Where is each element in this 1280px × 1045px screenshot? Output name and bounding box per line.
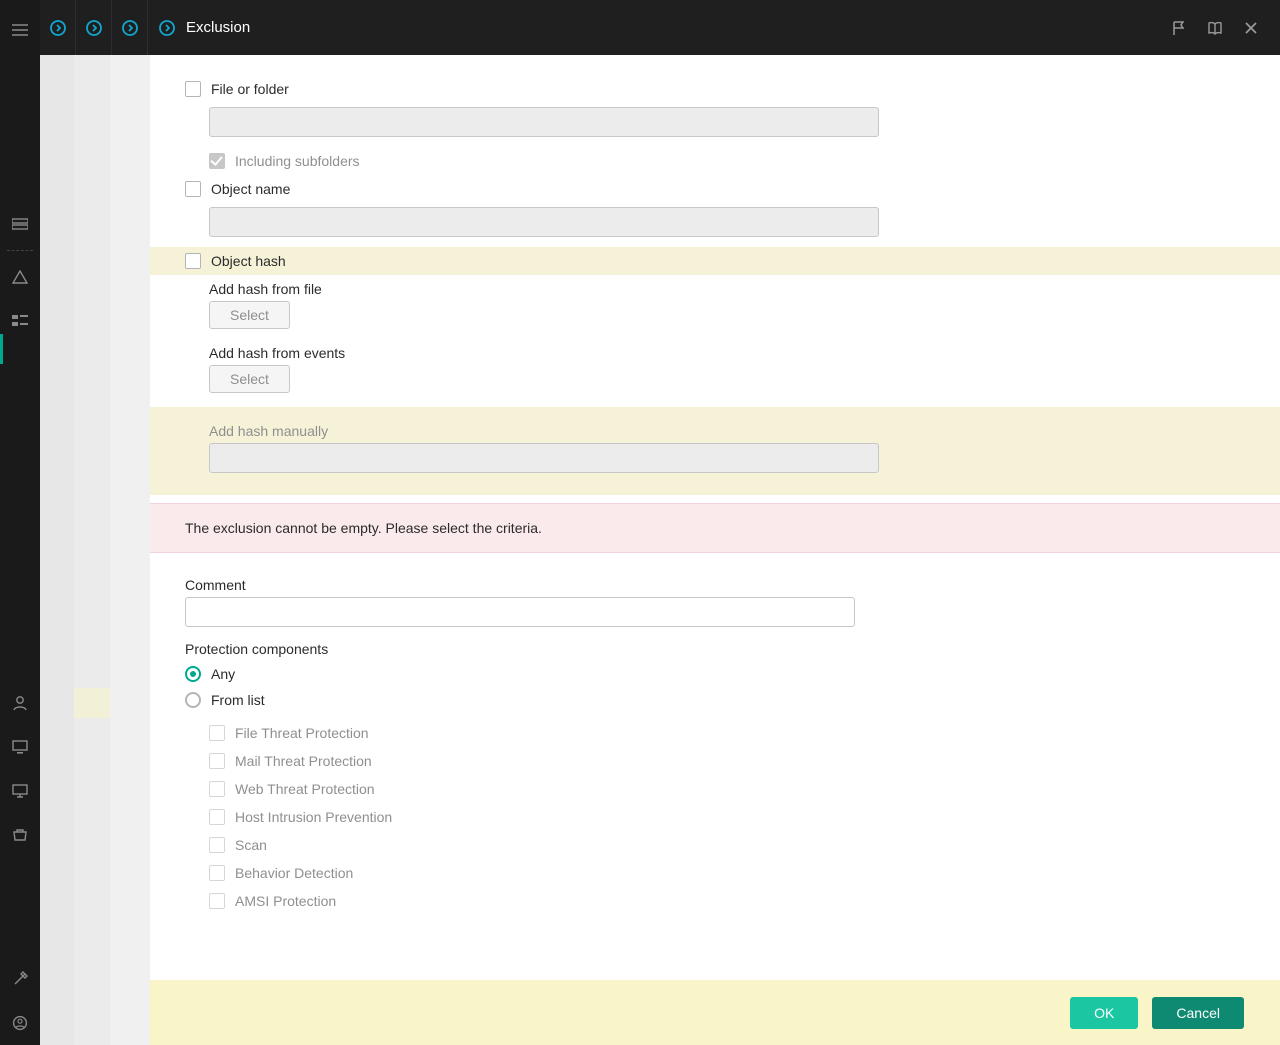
object-name-row: Object name [185, 175, 1245, 203]
component-row: File Threat Protection [209, 719, 1245, 747]
component-row: Mail Threat Protection [209, 747, 1245, 775]
component-checkbox [209, 781, 225, 797]
hash-from-events-label: Add hash from events [209, 345, 1245, 361]
rail-separator [7, 250, 33, 251]
hash-from-file-select-button[interactable]: Select [209, 301, 290, 329]
radio-any-row: Any [185, 661, 1245, 687]
file-or-folder-checkbox[interactable] [185, 81, 201, 97]
app-rail [0, 0, 40, 1045]
dialog-footer: OK Cancel [150, 980, 1280, 1045]
protection-components-heading: Protection components [185, 641, 1245, 657]
rail-active-indicator [0, 334, 3, 364]
object-hash-row: Object hash [150, 247, 1280, 275]
ok-button[interactable]: OK [1070, 997, 1138, 1029]
dialog-title: Exclusion [186, 19, 250, 36]
component-checkbox [209, 865, 225, 881]
breadcrumb-step-1[interactable] [40, 0, 76, 55]
including-subfolders-checkbox [209, 153, 225, 169]
dashboard-icon[interactable] [8, 212, 32, 236]
component-row: Scan [209, 831, 1245, 859]
menu-icon[interactable] [8, 18, 32, 42]
radio-any-label: Any [211, 666, 235, 682]
account-icon[interactable] [8, 1011, 32, 1035]
breadcrumb-step-3[interactable] [112, 0, 148, 55]
component-row: Behavior Detection [209, 859, 1245, 887]
book-icon[interactable] [1206, 19, 1224, 37]
component-label: File Threat Protection [235, 725, 369, 741]
cancel-button[interactable]: Cancel [1152, 997, 1244, 1029]
radio-from-list-label: From list [211, 692, 265, 708]
component-row: Web Threat Protection [209, 775, 1245, 803]
object-hash-checkbox[interactable] [185, 253, 201, 269]
settings-icon[interactable] [8, 967, 32, 991]
hash-manual-input[interactable] [209, 443, 879, 473]
component-row: Host Intrusion Prevention [209, 803, 1245, 831]
breadcrumb-step-2[interactable] [76, 0, 112, 55]
file-or-folder-label: File or folder [211, 81, 289, 97]
comment-input[interactable] [185, 597, 855, 627]
object-name-input[interactable] [209, 207, 879, 237]
component-label: Web Threat Protection [235, 781, 375, 797]
store-icon[interactable] [8, 823, 32, 847]
hash-manual-label: Add hash manually [209, 423, 1245, 439]
devices-icon[interactable] [8, 735, 32, 759]
component-row: AMSI Protection [209, 887, 1245, 915]
component-label: Mail Threat Protection [235, 753, 372, 769]
bg-panel-2 [74, 55, 110, 1045]
component-label: AMSI Protection [235, 893, 336, 909]
including-subfolders-label: Including subfolders [235, 153, 360, 169]
desktop-icon[interactable] [8, 779, 32, 803]
radio-fromlist-row: From list [185, 687, 1245, 713]
hash-from-events-select-button[interactable]: Select [209, 365, 290, 393]
policies-icon[interactable] [8, 309, 32, 333]
file-or-folder-input[interactable] [209, 107, 879, 137]
file-or-folder-row: File or folder [185, 75, 1245, 103]
protection-components-list: File Threat Protection Mail Threat Prote… [185, 713, 1245, 915]
bg-panel-1 [40, 55, 74, 1045]
hash-from-file-label: Add hash from file [209, 281, 1245, 297]
object-name-checkbox[interactable] [185, 181, 201, 197]
component-checkbox [209, 893, 225, 909]
object-name-label: Object name [211, 181, 290, 197]
threats-icon[interactable] [8, 265, 32, 289]
component-label: Scan [235, 837, 267, 853]
component-checkbox [209, 725, 225, 741]
component-checkbox [209, 753, 225, 769]
dialog-header: Exclusion [40, 0, 1280, 55]
exclusion-icon [158, 19, 176, 37]
flag-icon[interactable] [1170, 19, 1188, 37]
radio-from-list[interactable] [185, 692, 201, 708]
radio-any[interactable] [185, 666, 201, 682]
component-label: Behavior Detection [235, 865, 353, 881]
error-message: The exclusion cannot be empty. Please se… [185, 520, 542, 536]
bg-panel-highlight [74, 688, 110, 718]
error-banner: The exclusion cannot be empty. Please se… [150, 503, 1280, 553]
object-hash-label: Object hash [211, 253, 286, 269]
component-checkbox [209, 809, 225, 825]
component-label: Host Intrusion Prevention [235, 809, 392, 825]
users-icon[interactable] [8, 691, 32, 715]
close-icon[interactable] [1242, 19, 1260, 37]
bg-panel-3 [110, 55, 150, 1045]
comment-label: Comment [185, 577, 1245, 593]
component-checkbox [209, 837, 225, 853]
dialog-content: File or folder Including subfolders Obje… [150, 55, 1280, 1045]
including-subfolders-row: Including subfolders [185, 147, 1245, 175]
